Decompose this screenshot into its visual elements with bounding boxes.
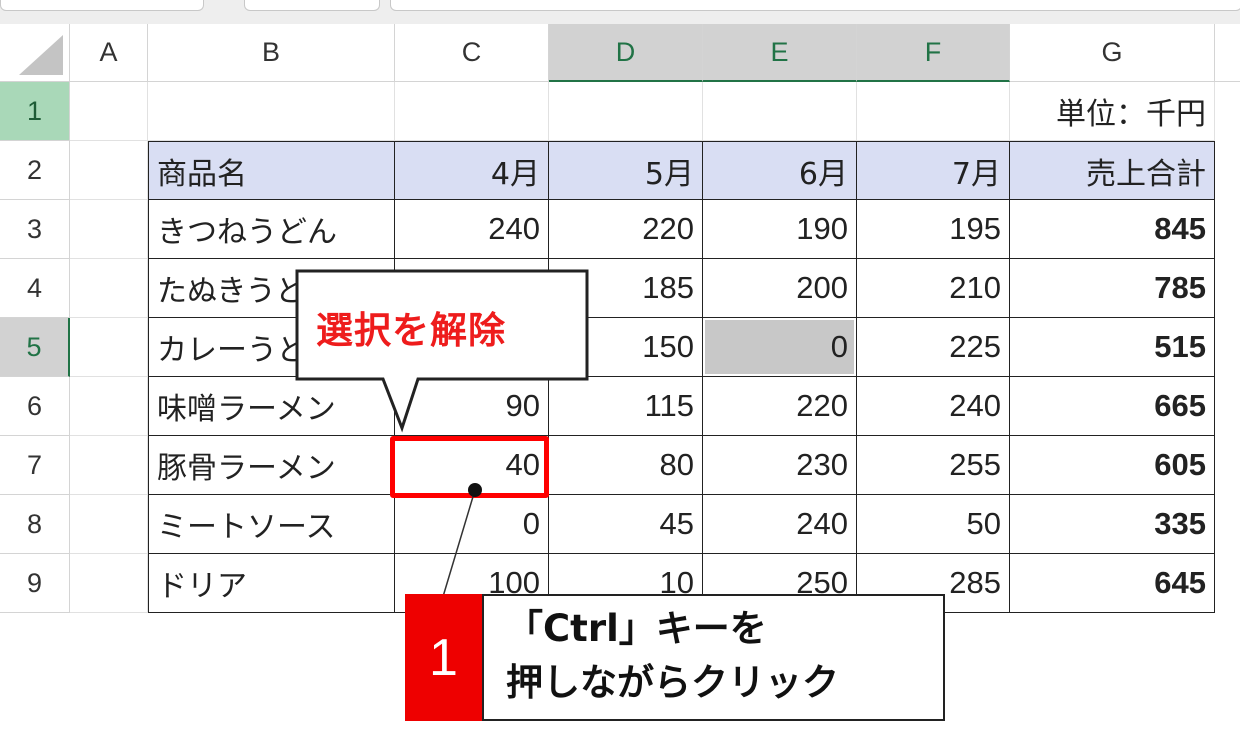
total-cell[interactable]: 335 <box>1010 495 1215 554</box>
cell-e1[interactable] <box>703 82 857 141</box>
row-header-3[interactable]: 3 <box>0 200 70 259</box>
formula-buttons[interactable] <box>244 0 380 11</box>
cell-a3[interactable] <box>70 200 148 259</box>
column-header-g[interactable]: G <box>1010 24 1215 82</box>
formula-bar-strip <box>0 0 1240 24</box>
value-cell[interactable]: 0 <box>395 495 549 554</box>
value-cell[interactable]: 195 <box>857 200 1010 259</box>
value-cell[interactable]: 240 <box>857 377 1010 436</box>
value-cell[interactable]: 230 <box>703 436 857 495</box>
column-header-f[interactable]: F <box>857 24 1010 82</box>
cell-c1[interactable] <box>395 82 549 141</box>
product-name[interactable]: 豚骨ラーメン <box>148 436 395 495</box>
cell-f1[interactable] <box>857 82 1010 141</box>
step-number-badge: 1 <box>405 594 482 721</box>
row-header-2[interactable]: 2 <box>0 141 70 200</box>
header-may[interactable]: 5月 <box>549 141 703 200</box>
formula-input[interactable] <box>390 0 1240 11</box>
header-apr[interactable]: 4月 <box>395 141 549 200</box>
select-all-triangle-icon <box>19 35 63 75</box>
row-header-5[interactable]: 5 <box>0 318 70 377</box>
total-cell[interactable]: 515 <box>1010 318 1215 377</box>
total-cell[interactable]: 785 <box>1010 259 1215 318</box>
cell-b1[interactable] <box>148 82 395 141</box>
total-cell[interactable]: 645 <box>1010 554 1215 613</box>
cell-d1[interactable] <box>549 82 703 141</box>
row-header-9[interactable]: 9 <box>0 554 70 613</box>
value-cell[interactable]: 80 <box>549 436 703 495</box>
value-text: 0 <box>830 329 848 364</box>
callout-text: 選択を解除 <box>316 309 506 352</box>
column-header-d[interactable]: D <box>549 24 703 82</box>
row-header-4[interactable]: 4 <box>0 259 70 318</box>
cell-a7[interactable] <box>70 436 148 495</box>
value-cell[interactable]: 190 <box>703 200 857 259</box>
cell-a6[interactable] <box>70 377 148 436</box>
cell-a9[interactable] <box>70 554 148 613</box>
value-cell[interactable]: 240 <box>395 200 549 259</box>
cell-a5[interactable] <box>70 318 148 377</box>
selected-cell-e5[interactable]: 0 <box>703 318 857 377</box>
cell-a1[interactable] <box>70 82 148 141</box>
cell-a4[interactable] <box>70 259 148 318</box>
total-cell[interactable]: 665 <box>1010 377 1215 436</box>
product-name[interactable]: ドリア <box>148 554 395 613</box>
spreadsheet-grid: A B C D E F G 1 2 3 4 5 6 7 8 9 単位：千円 商品… <box>0 24 1240 618</box>
header-total[interactable]: 売上合計 <box>1010 141 1215 200</box>
step-line-2: 押しながらクリック <box>506 661 839 704</box>
cell-a8[interactable] <box>70 495 148 554</box>
total-cell[interactable]: 605 <box>1010 436 1215 495</box>
click-point-dot <box>468 483 482 497</box>
value-cell[interactable]: 220 <box>703 377 857 436</box>
value-cell[interactable]: 50 <box>857 495 1010 554</box>
value-cell[interactable]: 255 <box>857 436 1010 495</box>
row-header-1[interactable]: 1 <box>0 82 70 141</box>
name-box[interactable] <box>0 0 204 11</box>
unit-label[interactable]: 単位：千円 <box>1010 82 1215 141</box>
value-cell[interactable]: 200 <box>703 259 857 318</box>
step-line-1: 「Ctrl」キーを <box>506 607 767 650</box>
value-cell[interactable]: 240 <box>703 495 857 554</box>
total-cell[interactable]: 845 <box>1010 200 1215 259</box>
header-product[interactable]: 商品名 <box>148 141 395 200</box>
row-header-8[interactable]: 8 <box>0 495 70 554</box>
value-cell[interactable]: 225 <box>857 318 1010 377</box>
header-jul[interactable]: 7月 <box>857 141 1010 200</box>
step-instruction-card: 「Ctrl」キーを 押しながらクリック <box>482 594 945 721</box>
row-header-7[interactable]: 7 <box>0 436 70 495</box>
header-jun[interactable]: 6月 <box>703 141 857 200</box>
column-header-b[interactable]: B <box>148 24 395 82</box>
product-name[interactable]: ミートソース <box>148 495 395 554</box>
row-header-6[interactable]: 6 <box>0 377 70 436</box>
value-cell[interactable]: 210 <box>857 259 1010 318</box>
value-cell[interactable]: 45 <box>549 495 703 554</box>
column-header-h[interactable] <box>1215 24 1240 82</box>
cell-a2[interactable] <box>70 141 148 200</box>
product-name[interactable]: きつねうどん <box>148 200 395 259</box>
column-header-a[interactable]: A <box>70 24 148 82</box>
column-header-c[interactable]: C <box>395 24 549 82</box>
select-all-button[interactable] <box>0 24 70 82</box>
value-cell[interactable]: 220 <box>549 200 703 259</box>
column-header-e[interactable]: E <box>703 24 857 82</box>
